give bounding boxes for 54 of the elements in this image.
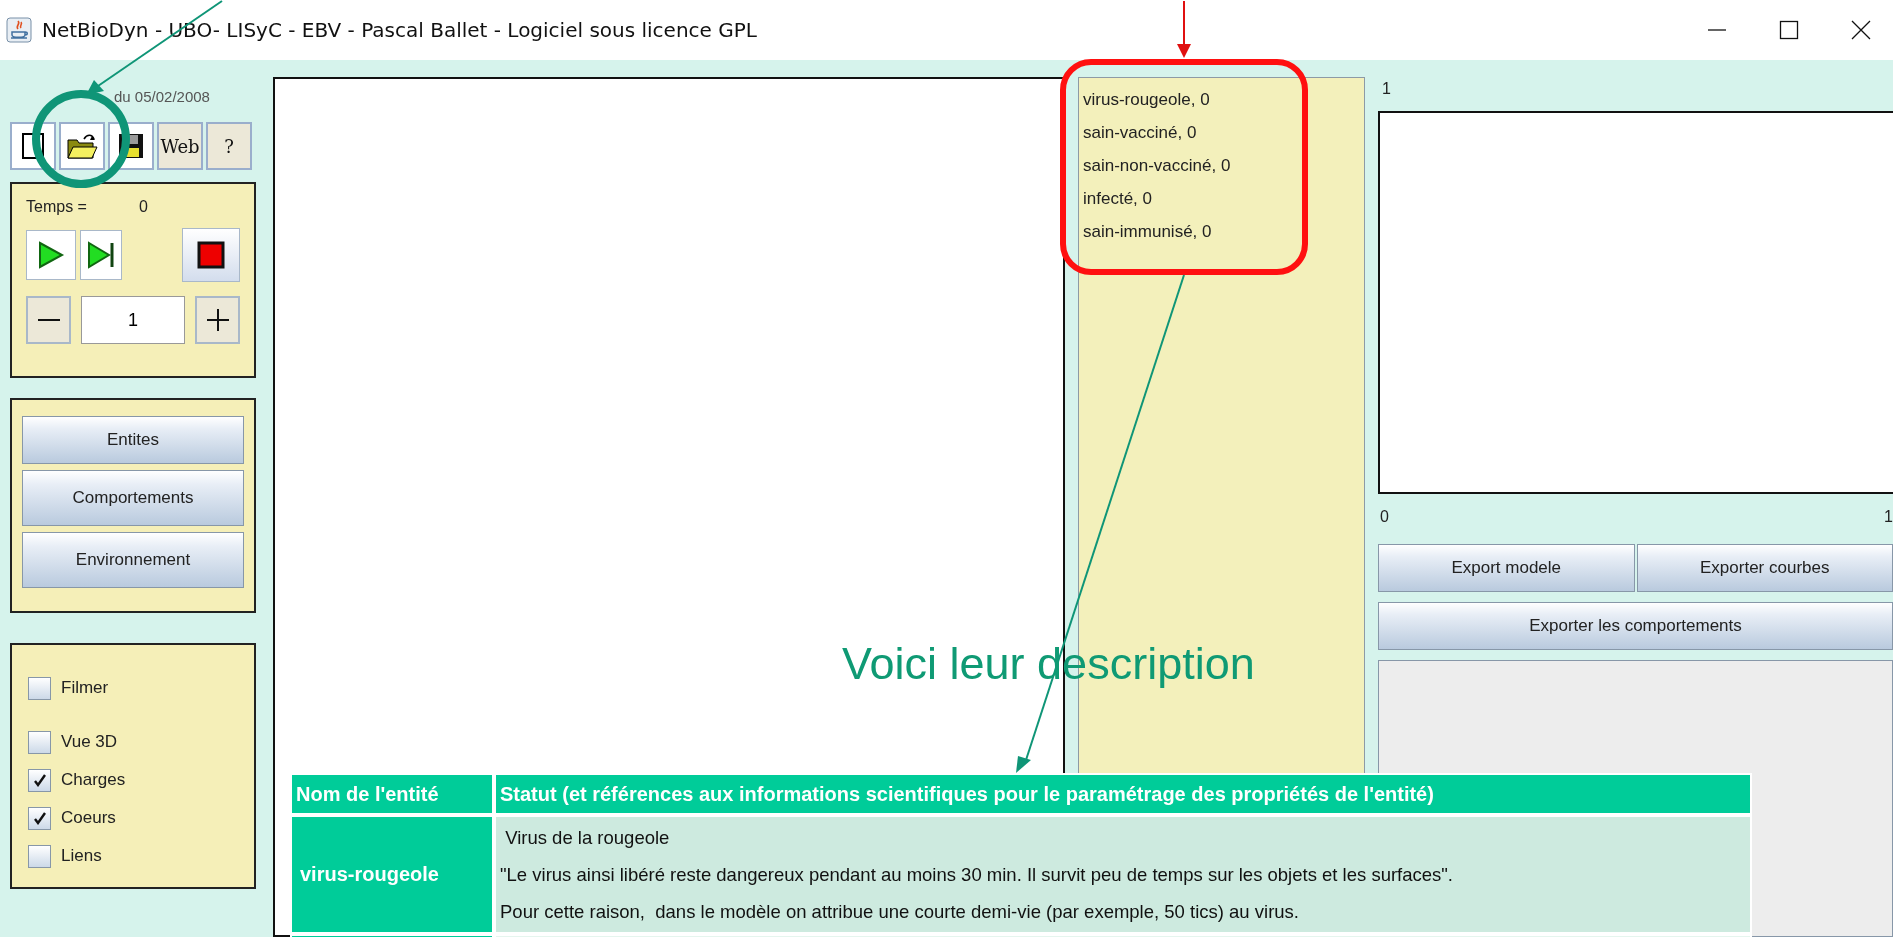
close-icon[interactable]: [1851, 20, 1871, 40]
column-header: Statut (et références aux informations scientifiques pour le paramétrage des propriétés de l'entité): [496, 775, 1750, 813]
menu-button[interactable]: Environnement: [22, 532, 244, 588]
checkbox[interactable]: [28, 806, 51, 830]
entity-item[interactable]: sain-vacciné, 0: [1083, 116, 1360, 149]
toolbar-button[interactable]: [59, 122, 105, 170]
toolbar-button[interactable]: ?: [206, 122, 252, 170]
menu-button[interactable]: Comportements: [22, 470, 244, 526]
export-button[interactable]: Export modele: [1378, 544, 1635, 592]
entity-item[interactable]: sain-immunisé, 0: [1083, 215, 1360, 248]
column-header: Nom de l'entité: [292, 775, 492, 813]
maximize-icon[interactable]: [1779, 20, 1799, 40]
axis-label: 1: [1884, 507, 1893, 527]
checkbox[interactable]: [28, 768, 51, 792]
check-icon: [32, 773, 47, 787]
step-icon: [86, 240, 116, 270]
export-button[interactable]: Exporter courbes: [1636, 544, 1893, 592]
checkbox-label: Filmer: [61, 678, 109, 698]
cell-text: "Le virus ainsi libéré reste dangereux pendant au moins 30 min. Il survit peu de temps sur les objets et les surfaces".: [500, 863, 1454, 887]
checkbox[interactable]: [28, 844, 51, 868]
entity-item[interactable]: sain-non-vacciné, 0: [1083, 149, 1360, 182]
annotation-arrow: [1177, 0, 1191, 58]
play-button[interactable]: [26, 230, 76, 280]
checkbox[interactable]: [28, 730, 51, 754]
checkbox-label: Liens: [61, 846, 102, 866]
increment-button[interactable]: [195, 296, 240, 344]
export-button[interactable]: Exporter les comportements: [1378, 602, 1893, 650]
check-icon: [32, 811, 47, 825]
time-value: 0: [138, 198, 148, 216]
step-button[interactable]: [80, 230, 122, 280]
stop-button[interactable]: [182, 228, 240, 282]
cell-text: Pour cette raison, dans le modèle on attribue une courte demi-vie (par exemple, 50 tics) au virus.: [500, 900, 1300, 924]
stop-icon: [196, 240, 226, 270]
table-cell: virus-rougeole: [292, 817, 492, 932]
checkbox-label: Coeurs: [61, 808, 116, 828]
entity-item[interactable]: infecté, 0: [1083, 182, 1360, 215]
checkbox[interactable]: [28, 676, 51, 700]
checkbox-label: Vue 3D: [61, 732, 118, 752]
toolbar-button[interactable]: Web: [157, 122, 203, 170]
decrement-button[interactable]: [26, 296, 71, 344]
axis-label: 0: [1380, 507, 1389, 527]
minus-icon: [37, 318, 60, 322]
checkbox-label: Charges: [61, 770, 126, 790]
play-icon: [36, 240, 66, 270]
entity-item[interactable]: virus-rougeole, 0: [1083, 83, 1360, 116]
folder-icon: [66, 132, 98, 160]
menu-button[interactable]: Entites: [22, 416, 244, 464]
app-icon: [6, 17, 32, 43]
step-field[interactable]: 1: [81, 296, 185, 344]
axis-label: 1: [1381, 79, 1392, 99]
time-label: Temps =: [26, 198, 87, 216]
plus-icon: [206, 309, 229, 331]
cell-text: Virus de la rougeole: [504, 826, 671, 850]
version-label: du 05/02/2008: [113, 87, 211, 107]
